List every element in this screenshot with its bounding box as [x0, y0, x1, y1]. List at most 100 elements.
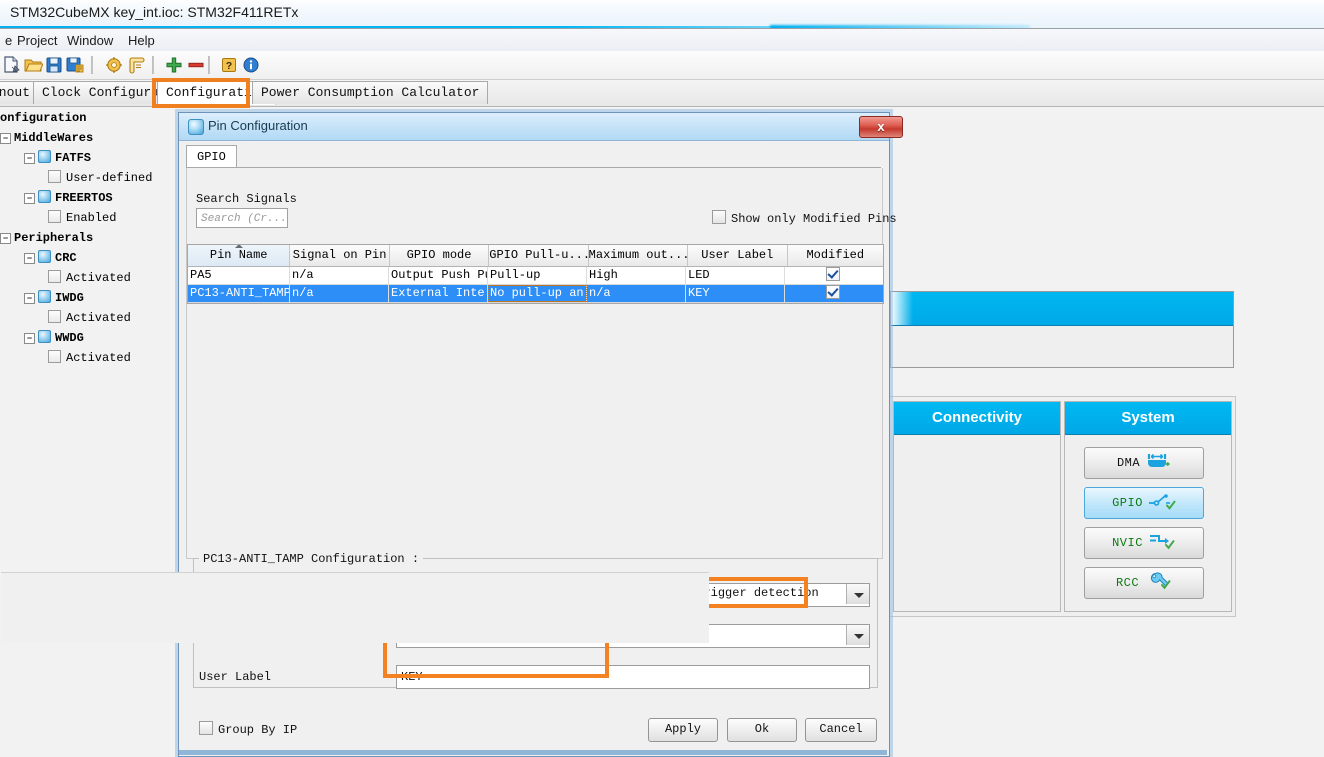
cell-maximum-output: High	[587, 267, 686, 284]
tree-item-fatfs[interactable]: − FATFS	[0, 148, 180, 168]
collapse-toggle-icon[interactable]: −	[24, 333, 35, 344]
tree-item-label: CRC	[55, 251, 77, 265]
close-button-wrap[interactable]: x	[859, 116, 909, 138]
group-by-ip-label: Group By IP	[218, 723, 298, 737]
cell-modified[interactable]	[785, 267, 881, 284]
dialog-footer	[1, 572, 709, 643]
checkbox[interactable]	[826, 285, 840, 299]
cell-gpio-pull: Pull-up	[488, 267, 587, 284]
menu-item-help[interactable]: Help	[123, 32, 160, 49]
col-header-label: Pin Name	[209, 248, 268, 262]
tab-power-consumption-calculator[interactable]: Power Consumption Calculator	[252, 81, 489, 104]
tree-child-crc-activated[interactable]: Activated	[0, 268, 180, 288]
ip-cube-icon	[38, 190, 51, 203]
checkbox[interactable]	[48, 270, 61, 283]
tree-child-iwdg-activated[interactable]: Activated	[0, 308, 180, 328]
collapse-toggle-icon[interactable]: −	[24, 253, 35, 264]
menu-item-window[interactable]: Window	[62, 32, 118, 49]
generate-code-icon[interactable]	[104, 55, 124, 75]
configuration-tree: onfiguration − MiddleWares − FATFS User-de…	[0, 108, 180, 408]
window-title-bar: STM32CubeMX key_int.ioc: STM32F411RETx	[0, 0, 1324, 28]
user-label-input[interactable]: KEY	[396, 665, 870, 689]
occluded-ip-panel-header	[891, 292, 1233, 326]
zoom-out-icon[interactable]	[186, 55, 206, 75]
dialog-tab-gpio[interactable]: GPIO	[186, 145, 237, 169]
cell-pin-name: PA5	[188, 267, 290, 284]
save-as-project-icon[interactable]	[65, 55, 85, 75]
show-only-modified-pins-checkbox[interactable]: Show only Modified Pins	[712, 210, 897, 226]
tree-child-label: User-defined	[66, 171, 153, 185]
generate-report-icon[interactable]	[127, 55, 147, 75]
checkbox[interactable]	[826, 267, 840, 281]
collapse-toggle-icon[interactable]: −	[0, 133, 11, 144]
dialog-title-bar[interactable]: Pin Configuration x	[179, 113, 903, 141]
ok-button[interactable]: Ok	[727, 718, 797, 742]
chevron-down-icon[interactable]	[846, 625, 869, 645]
tree-child-wwdg-activated[interactable]: Activated	[0, 348, 180, 368]
checkbox[interactable]	[199, 721, 213, 735]
ip-button-rcc[interactable]: RCC	[1084, 567, 1204, 599]
panel-connectivity-title: Connectivity	[894, 402, 1060, 435]
chevron-down-icon[interactable]	[846, 584, 869, 604]
col-header-label: GPIO mode	[406, 248, 472, 262]
col-gpio-mode[interactable]: GPIO mode	[390, 245, 490, 266]
table-row[interactable]: PC13-ANTI_TAMP n/a External Inte... No p…	[188, 285, 883, 303]
ip-button-gpio[interactable]: GPIO	[1084, 487, 1204, 519]
col-gpio-pull-up-down[interactable]: GPIO Pull-u...	[489, 245, 589, 266]
occlusion-fade	[891, 292, 913, 325]
tree-item-crc[interactable]: − CRC	[0, 248, 180, 268]
zoom-in-icon[interactable]	[164, 55, 184, 75]
col-signal-on-pin[interactable]: Signal on Pin	[290, 245, 390, 266]
ip-button-label: DMA	[1116, 456, 1141, 470]
cell-modified[interactable]	[785, 285, 881, 302]
cell-gpio-mode: Output Push Pull	[389, 267, 488, 284]
open-project-icon[interactable]	[23, 55, 44, 75]
cell-maximum-output: n/a	[587, 285, 686, 302]
tree-child-fatfs-user-defined[interactable]: User-defined	[0, 168, 180, 188]
tree-group-label: MiddleWares	[14, 131, 94, 145]
checkbox[interactable]	[48, 210, 61, 223]
tree-root-configuration[interactable]: onfiguration	[0, 108, 180, 128]
about-icon[interactable]	[241, 55, 261, 75]
cube-icon	[188, 119, 204, 135]
tree-item-label: WWDG	[55, 331, 84, 345]
tree-child-label: Activated	[66, 311, 131, 325]
collapse-toggle-icon[interactable]: −	[24, 193, 35, 204]
tree-group-peripherals[interactable]: − Peripherals	[0, 228, 180, 248]
close-icon[interactable]: x	[859, 116, 903, 138]
ip-button-label: GPIO	[1112, 496, 1143, 510]
tree-child-freertos-enabled[interactable]: Enabled	[0, 208, 180, 228]
tree-item-wwdg[interactable]: − WWDG	[0, 328, 180, 348]
cancel-button[interactable]: Cancel	[805, 718, 877, 742]
tree-item-iwdg[interactable]: − IWDG	[0, 288, 180, 308]
checkbox[interactable]	[712, 210, 726, 224]
checkbox[interactable]	[48, 350, 61, 363]
tree-item-freertos[interactable]: − FREERTOS	[0, 188, 180, 208]
checkbox[interactable]	[48, 310, 61, 323]
col-maximum-output[interactable]: Maximum out...	[588, 245, 689, 266]
ip-button-dma[interactable]: DMA	[1084, 447, 1204, 479]
menu-item-project[interactable]: Project	[12, 32, 62, 49]
col-pin-name[interactable]: Pin Name	[188, 245, 291, 266]
tree-root-label: onfiguration	[0, 111, 87, 125]
col-header-label: Maximum out...	[588, 248, 689, 262]
nvic-icon	[1148, 532, 1176, 554]
table-row[interactable]: PA5 n/a Output Push Pull Pull-up High LE…	[188, 267, 883, 285]
tree-child-label: Enabled	[66, 211, 117, 225]
ip-button-label: RCC	[1115, 576, 1140, 590]
tree-group-middlewares[interactable]: − MiddleWares	[0, 128, 180, 148]
col-modified[interactable]: Modified	[788, 245, 883, 266]
col-user-label[interactable]: User Label	[688, 245, 788, 266]
collapse-toggle-icon[interactable]: −	[0, 233, 11, 244]
apply-button[interactable]: Apply	[648, 718, 718, 742]
group-by-ip-checkbox[interactable]: Group By IP	[199, 721, 297, 737]
search-input[interactable]: Search (Cr...	[196, 208, 288, 228]
checkbox[interactable]	[48, 170, 61, 183]
collapse-toggle-icon[interactable]: −	[24, 293, 35, 304]
help-icon[interactable]: ?	[219, 55, 239, 75]
main-toolbar: ?	[0, 51, 1324, 80]
save-project-icon[interactable]	[44, 55, 64, 75]
collapse-toggle-icon[interactable]: −	[24, 153, 35, 164]
ip-button-nvic[interactable]: NVIC	[1084, 527, 1204, 559]
new-project-icon[interactable]	[2, 55, 22, 75]
